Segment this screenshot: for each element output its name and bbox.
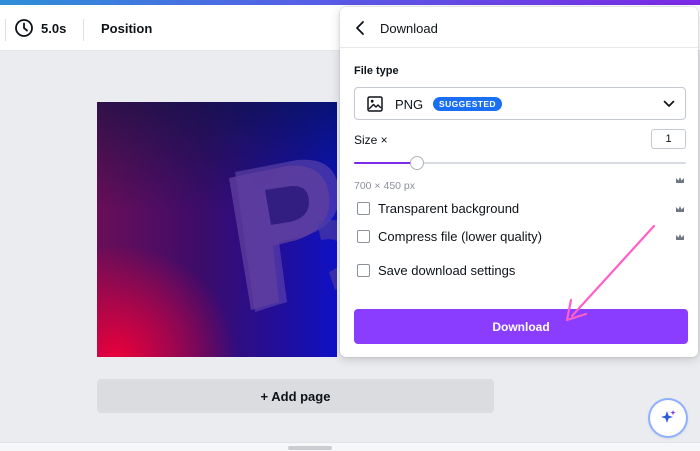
suggested-badge: SUGGESTED bbox=[433, 97, 502, 111]
option-label: Compress file (lower quality) bbox=[378, 228, 542, 244]
horizontal-scrollbar[interactable] bbox=[288, 446, 332, 450]
magic-assistant-button[interactable] bbox=[650, 400, 686, 436]
download-panel: Download File type PNG SUGGESTED Size × … bbox=[340, 7, 698, 357]
save-download-settings-option[interactable]: Save download settings bbox=[357, 261, 515, 279]
option-label: Save download settings bbox=[378, 262, 516, 278]
transparent-background-option[interactable]: Transparent background bbox=[357, 199, 519, 217]
crown-icon bbox=[676, 234, 684, 240]
download-button[interactable]: Download bbox=[354, 309, 688, 344]
file-type-value: PNG bbox=[395, 97, 424, 112]
transparent-background-checkbox[interactable] bbox=[357, 201, 370, 215]
file-type-dropdown[interactable]: PNG SUGGESTED bbox=[354, 87, 686, 120]
image-icon bbox=[367, 96, 383, 112]
slider-fill bbox=[354, 162, 417, 164]
panel-divider bbox=[340, 47, 698, 48]
size-slider[interactable] bbox=[354, 155, 686, 171]
toolbar-divider bbox=[5, 19, 6, 41]
dimensions-text: 700 × 450 px bbox=[354, 180, 416, 192]
toolbar-divider bbox=[83, 19, 84, 41]
save-settings-checkbox[interactable] bbox=[357, 263, 370, 277]
compress-file-checkbox[interactable] bbox=[357, 229, 370, 243]
panel-title: Download bbox=[380, 21, 438, 36]
compress-file-option[interactable]: Compress file (lower quality) bbox=[357, 227, 542, 245]
logo-graphic bbox=[229, 159, 337, 312]
duration-button[interactable]: 5.0s bbox=[41, 21, 66, 36]
clock-icon[interactable] bbox=[14, 18, 34, 38]
design-page[interactable] bbox=[97, 102, 337, 357]
option-label: Transparent background bbox=[378, 200, 520, 216]
position-button[interactable]: Position bbox=[101, 21, 152, 36]
size-label: Size × bbox=[354, 133, 388, 147]
file-type-label: File type bbox=[354, 65, 399, 77]
crown-icon bbox=[676, 206, 684, 212]
back-arrow-icon[interactable] bbox=[354, 20, 366, 36]
crown-icon bbox=[676, 177, 684, 183]
add-page-button[interactable]: + Add page bbox=[97, 379, 494, 413]
chevron-down-icon bbox=[663, 100, 675, 107]
size-multiplier-input[interactable]: 1 bbox=[651, 129, 686, 149]
slider-thumb[interactable] bbox=[410, 156, 424, 170]
magic-sparkle-icon bbox=[661, 410, 676, 423]
